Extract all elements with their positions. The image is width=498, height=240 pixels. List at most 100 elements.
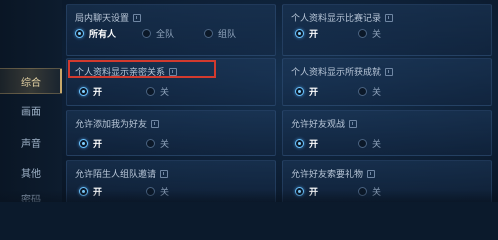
radio-label: 关 [372,88,382,98]
setting-title: 允许好友观战 [291,117,358,130]
sidebar-item-label: 综合 [21,77,41,89]
highlight-box [68,60,216,78]
radio-group-chat: 所有人 全队 组队 [75,27,236,40]
radio-selected-icon [75,29,84,38]
radio-option-team[interactable]: 全队 [142,27,174,40]
radio-option-on[interactable]: 开 [295,27,318,40]
setting-card-add-friend: 允许添加我为好友 开 关 [66,110,276,156]
radio-unselected-icon [142,29,152,38]
radio-option-on[interactable]: 开 [295,85,318,98]
radio-option-all[interactable]: 所有人 [75,27,116,40]
radio-label: 开 [309,88,319,98]
sidebar-item-sound[interactable]: 声音 [0,130,62,154]
info-icon[interactable] [385,67,394,76]
radio-selected-icon [295,139,304,148]
setting-card-friend-gift: 允许好友索要礼物 开 关 [282,160,492,202]
radio-option-on[interactable]: 开 [79,85,102,98]
radio-group-achievements: 开 关 [295,85,381,98]
info-icon[interactable] [349,119,358,128]
radio-option-on[interactable]: 开 [295,185,318,198]
settings-sidebar: 综合 画面 声音 其他 密码 [0,0,62,202]
radio-group-friend-gift: 开 关 [295,185,381,198]
setting-title: 允许好友索要礼物 [291,167,376,180]
setting-title: 个人资料显示所获成就 [291,65,394,78]
radio-selected-icon [295,87,304,96]
radio-option-off[interactable]: 关 [358,85,381,98]
radio-unselected-icon [146,139,156,148]
setting-title-text: 允许添加我为好友 [75,120,148,130]
sidebar-item-label: 密码 [21,194,41,203]
setting-title-text: 允许好友索要礼物 [291,170,364,180]
radio-label: 关 [372,140,382,150]
radio-label: 所有人 [89,30,117,40]
info-icon[interactable] [151,119,160,128]
radio-selected-icon [79,139,88,148]
setting-card-stranger-invite: 允许陌生人组队邀请 开 关 [66,160,276,202]
radio-unselected-icon [358,187,368,196]
radio-option-on[interactable]: 开 [295,137,318,150]
radio-option-off[interactable]: 关 [146,185,169,198]
radio-group-add-friend: 开 关 [79,137,169,150]
info-icon[interactable] [367,169,376,178]
sidebar-item-label: 声音 [21,138,41,150]
radio-label: 开 [309,188,319,198]
setting-title-text: 局内聊天设置 [75,14,130,24]
radio-label: 关 [160,88,170,98]
radio-unselected-icon [358,29,368,38]
radio-group-intimacy: 开 关 [79,85,169,98]
sidebar-item-graphics[interactable]: 画面 [0,98,62,122]
setting-title-text: 个人资料显示所获成就 [291,68,382,78]
radio-group-match-record: 开 关 [295,27,381,40]
radio-option-off[interactable]: 关 [358,137,381,150]
radio-label: 开 [309,30,319,40]
radio-option-off[interactable]: 关 [146,85,169,98]
radio-label: 关 [160,140,170,150]
settings-screen: 综合 画面 声音 其他 密码 局内聊天设置 所有人 全队 组队 个人资料显示比赛… [0,0,498,202]
setting-title-text: 允许陌生人组队邀请 [75,170,157,180]
info-icon[interactable] [133,13,142,22]
radio-label: 开 [93,140,103,150]
setting-title: 允许陌生人组队邀请 [75,167,169,180]
radio-option-on[interactable]: 开 [79,185,102,198]
radio-unselected-icon [146,87,156,96]
setting-title: 允许添加我为好友 [75,117,160,130]
radio-label: 开 [309,140,319,150]
info-icon[interactable] [385,13,394,22]
radio-selected-icon [295,187,304,196]
setting-title: 个人资料显示比赛记录 [291,11,394,24]
info-icon[interactable] [160,169,169,178]
radio-option-off[interactable]: 关 [146,137,169,150]
radio-selected-icon [79,87,88,96]
setting-title-text: 个人资料显示比赛记录 [291,14,382,24]
radio-label: 全队 [156,30,175,40]
setting-card-friend-watch: 允许好友观战 开 关 [282,110,492,156]
radio-selected-icon [79,187,88,196]
radio-option-off[interactable]: 关 [358,185,381,198]
radio-group-stranger-invite: 开 关 [79,185,169,198]
radio-label: 关 [372,30,382,40]
radio-unselected-icon [358,87,368,96]
sidebar-item-general[interactable]: 综合 [0,68,62,94]
radio-option-party[interactable]: 组队 [204,27,236,40]
radio-unselected-icon [358,139,368,148]
radio-unselected-icon [146,187,156,196]
setting-card-match-record: 个人资料显示比赛记录 开 关 [282,4,492,56]
setting-card-chat: 局内聊天设置 所有人 全队 组队 [66,4,276,56]
sidebar-item-password[interactable]: 密码 [0,186,62,203]
radio-option-on[interactable]: 开 [79,137,102,150]
sidebar-item-other[interactable]: 其他 [0,160,62,184]
radio-label: 关 [160,188,170,198]
sidebar-item-label: 画面 [21,106,41,118]
setting-title: 局内聊天设置 [75,11,142,24]
radio-selected-icon [295,29,304,38]
radio-group-friend-watch: 开 关 [295,137,381,150]
radio-label: 开 [93,88,103,98]
radio-label: 开 [93,188,103,198]
setting-card-achievements: 个人资料显示所获成就 开 关 [282,58,492,106]
radio-option-off[interactable]: 关 [358,27,381,40]
radio-unselected-icon [204,29,214,38]
setting-title-text: 允许好友观战 [291,120,346,130]
sidebar-item-label: 其他 [21,168,41,180]
radio-label: 关 [372,188,382,198]
radio-label: 组队 [218,30,237,40]
